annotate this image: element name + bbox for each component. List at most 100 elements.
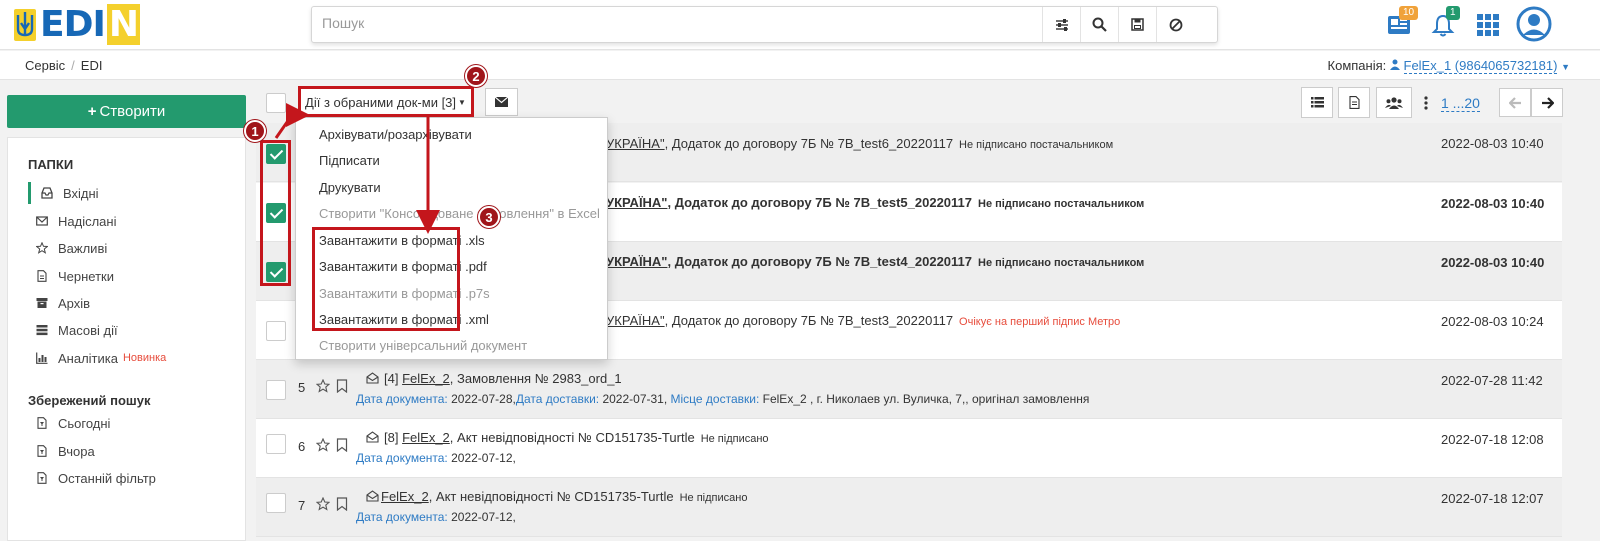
user-avatar-button[interactable] bbox=[1516, 6, 1552, 45]
saved-search-yesterday[interactable]: Вчора bbox=[28, 440, 238, 462]
sidebar-item-label: Масові дії bbox=[58, 322, 118, 338]
document-name: , Додаток до договору 7Б № 7В_test4_2022… bbox=[667, 254, 973, 269]
document-title[interactable]: УКРАЇНА", Додаток до договору 7Б № 7В_te… bbox=[606, 313, 1120, 328]
contractor-name[interactable]: УКРАЇНА" bbox=[606, 254, 667, 269]
document-icon bbox=[1348, 96, 1360, 109]
sidebar-item-drafts[interactable]: Чернетки bbox=[28, 265, 238, 287]
star-icon[interactable] bbox=[316, 438, 330, 452]
sidebar-item-important[interactable]: Важливі bbox=[28, 237, 238, 259]
envelope-icon bbox=[36, 215, 48, 227]
create-label: Створити bbox=[99, 103, 166, 120]
document-date: 2022-08-03 10:40 bbox=[1441, 136, 1544, 151]
bookmark-icon[interactable] bbox=[336, 438, 348, 452]
company-selector[interactable]: Компанія: FelEx_1 (9864065732181) ▼ bbox=[1328, 58, 1570, 74]
row-checkbox[interactable] bbox=[266, 434, 286, 454]
menu-item-consolidated-order[interactable]: Створити "Консолідоване замовлення" в Ex… bbox=[319, 206, 600, 221]
saved-search-title: Збережений пошук bbox=[28, 393, 151, 408]
row-checkbox[interactable] bbox=[266, 321, 286, 341]
search-input[interactable] bbox=[322, 15, 1022, 31]
sidebar-item-bulk-actions[interactable]: Масові дії bbox=[28, 319, 238, 341]
meta-value: FelEx_2 , г. Николаев ул. Вуличка, 7,, о… bbox=[762, 392, 1090, 406]
contractor-name[interactable]: FelEx_2 bbox=[402, 430, 450, 445]
table-row[interactable]: 6 [8] FelEx_2, Акт невідповідності № CD1… bbox=[256, 419, 1562, 478]
top-bar: EDIN 10 1 bbox=[0, 0, 1600, 50]
menu-item-print[interactable]: Друкувати bbox=[319, 180, 381, 195]
document-meta: Дата документа: 2022-07-12, bbox=[356, 451, 516, 465]
document-status: Не підписано постачальником bbox=[959, 139, 1114, 151]
document-title[interactable]: УКРАЇНА", Додаток до договору 7Б № 7В_te… bbox=[606, 195, 1144, 210]
contractor-name[interactable]: УКРАЇНА" bbox=[606, 195, 667, 210]
breadcrumb-edi[interactable]: EDI bbox=[81, 58, 103, 73]
row-checkbox[interactable] bbox=[266, 493, 286, 513]
menu-item-universal-document[interactable]: Створити універсальний документ bbox=[319, 338, 527, 353]
document-title[interactable]: [4] FelEx_2, Замовлення № 2983_ord_1 bbox=[366, 371, 622, 386]
saved-search-today[interactable]: Сьогодні bbox=[28, 412, 238, 434]
inbox-icon bbox=[41, 187, 53, 199]
sidebar-item-archive[interactable]: Архів bbox=[28, 292, 238, 314]
meta-key: Дата документа: bbox=[356, 392, 448, 406]
document-status: Не підписано постачальником bbox=[978, 257, 1145, 269]
prev-page-button[interactable] bbox=[1499, 88, 1531, 117]
row-number: 5 bbox=[298, 380, 306, 395]
saved-search-last-filter[interactable]: Останній фільтр bbox=[28, 467, 238, 489]
company-value[interactable]: FelEx_1 (9864065732181) bbox=[1403, 58, 1558, 74]
sidebar-item-label: Останній фільтр bbox=[58, 470, 156, 486]
contractor-name[interactable]: FelEx_2 bbox=[381, 489, 429, 504]
select-all-checkbox[interactable] bbox=[266, 93, 286, 113]
sidebar-item-inbox[interactable]: Вхідні bbox=[28, 182, 238, 204]
annotation-box-download bbox=[312, 227, 460, 331]
contractor-name[interactable]: УКРАЇНА" bbox=[606, 136, 665, 151]
list-view-button[interactable] bbox=[1301, 87, 1333, 118]
search-button[interactable] bbox=[1080, 7, 1118, 42]
row-number: 6 bbox=[298, 439, 306, 454]
edin-logo[interactable]: EDI N bbox=[14, 4, 141, 45]
contractor-name[interactable]: FelEx_2 bbox=[402, 371, 450, 386]
search-icon bbox=[1092, 17, 1107, 32]
document-title[interactable]: [8] FelEx_2, Акт невідповідності № CD151… bbox=[366, 430, 769, 445]
reports-button[interactable]: 10 bbox=[1385, 6, 1419, 40]
sidebar-item-sent[interactable]: Надіслані bbox=[28, 210, 238, 232]
tasks-icon bbox=[36, 324, 48, 336]
clear-search-button[interactable] bbox=[1156, 7, 1194, 42]
more-options-button[interactable] bbox=[1416, 87, 1436, 118]
envelope-open-icon bbox=[366, 372, 379, 384]
breadcrumb-service[interactable]: Сервіс bbox=[25, 58, 65, 73]
filter-settings-button[interactable] bbox=[1042, 7, 1080, 42]
create-button[interactable]: + Створити bbox=[7, 95, 246, 128]
sidebar-item-analytics[interactable]: Аналітика Новинка bbox=[28, 347, 238, 369]
contractor-name[interactable]: УКРАЇНА" bbox=[606, 313, 665, 328]
folders-title: ПАПКИ bbox=[28, 157, 74, 172]
row-checkbox[interactable] bbox=[266, 380, 286, 400]
sidebar-item-label: Важливі bbox=[58, 240, 108, 256]
menu-item-archive[interactable]: Архівувати/розархівувати bbox=[319, 127, 472, 142]
table-row[interactable]: 5 [4] FelEx_2, Замовлення № 2983_ord_1 Д… bbox=[256, 360, 1562, 419]
document-status: Не підписано bbox=[679, 492, 748, 504]
sidebar-item-label: Аналітика bbox=[58, 350, 118, 366]
meta-key: Дата доставки: bbox=[515, 392, 600, 406]
dots-vertical-icon bbox=[1424, 95, 1428, 110]
save-search-button[interactable] bbox=[1118, 7, 1156, 42]
meta-value: 2022-07-12, bbox=[451, 510, 516, 524]
star-icon[interactable] bbox=[316, 497, 330, 511]
notifications-button[interactable]: 1 bbox=[1431, 6, 1460, 40]
document-meta: Дата документа: 2022-07-12, bbox=[356, 510, 516, 524]
document-view-button[interactable] bbox=[1338, 87, 1370, 118]
table-row[interactable]: 7 FelEx_2, Акт невідповідності № CD15173… bbox=[256, 478, 1562, 537]
send-email-button[interactable] bbox=[485, 88, 518, 116]
next-page-button[interactable] bbox=[1531, 88, 1563, 117]
apps-button[interactable] bbox=[1477, 14, 1499, 39]
pagination[interactable]: 1 ...20 bbox=[1441, 95, 1480, 112]
menu-item-sign[interactable]: Підписати bbox=[319, 153, 380, 168]
new-badge: Новинка bbox=[122, 352, 167, 364]
document-title[interactable]: УКРАЇНА", Додаток до договору 7Б № 7В_te… bbox=[606, 136, 1113, 151]
bookmark-icon[interactable] bbox=[336, 497, 348, 511]
document-title[interactable]: FelEx_2, Акт невідповідності № CD151735-… bbox=[366, 489, 747, 504]
bookmark-icon[interactable] bbox=[336, 379, 348, 393]
document-title[interactable]: УКРАЇНА", Додаток до договору 7Б № 7В_te… bbox=[606, 254, 1144, 269]
sidebar-item-label: Сьогодні bbox=[58, 415, 111, 431]
sidebar-item-label: Архів bbox=[58, 295, 91, 311]
contractors-button[interactable] bbox=[1376, 87, 1412, 118]
sliders-icon bbox=[1055, 18, 1068, 31]
star-icon[interactable] bbox=[316, 379, 330, 393]
document-date: 2022-08-03 10:40 bbox=[1441, 196, 1545, 211]
